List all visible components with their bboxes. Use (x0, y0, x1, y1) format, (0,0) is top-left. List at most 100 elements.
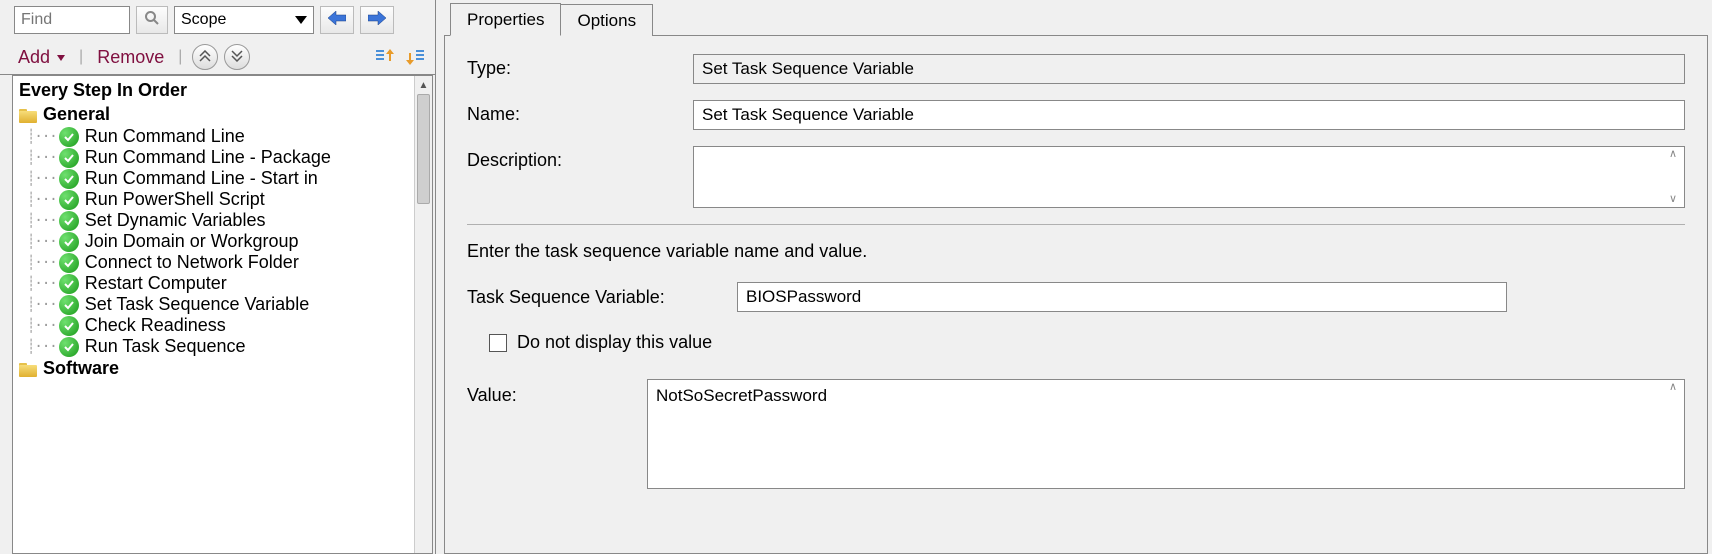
tree-item[interactable]: ┊··· Run Task Sequence (13, 336, 414, 357)
type-field (693, 54, 1685, 84)
value-field[interactable]: NotSoSecretPassword (648, 380, 1662, 488)
tree-folder[interactable]: Software (13, 357, 414, 380)
tree-item[interactable]: ┊··· Check Readiness (13, 315, 414, 336)
variable-field[interactable] (737, 282, 1507, 312)
tree-line: ┊··· (27, 297, 57, 313)
type-label: Type: (467, 54, 693, 79)
textarea-scroll[interactable]: ∧ ∨ (1664, 149, 1682, 205)
folder-icon (19, 361, 39, 377)
tree-line: ┊··· (27, 255, 57, 271)
double-chevron-up-icon (199, 49, 211, 65)
move-down-button[interactable] (403, 45, 427, 69)
chevron-up-icon[interactable]: ∧ (1664, 149, 1682, 160)
tree-item-label: Run Command Line - Package (81, 147, 331, 168)
arrow-right-icon (368, 11, 386, 30)
reorder-up-icon (374, 46, 396, 68)
tree-item[interactable]: ┊··· Run Command Line - Package (13, 147, 414, 168)
check-icon (59, 337, 79, 357)
chevron-up-icon[interactable]: ∧ (1664, 382, 1682, 393)
prev-button[interactable] (320, 6, 354, 34)
tree-line: ┊··· (27, 171, 57, 187)
separator: | (174, 48, 186, 66)
tree-line: ┊··· (27, 234, 57, 250)
variable-label: Task Sequence Variable: (467, 287, 737, 308)
description-field[interactable] (694, 147, 1662, 207)
tree-line: ┊··· (27, 150, 57, 166)
add-label: Add (18, 47, 50, 67)
scope-dropdown[interactable]: Scope (174, 6, 314, 34)
value-label: Value: (467, 379, 647, 406)
hide-value-label: Do not display this value (517, 332, 712, 353)
tree-item[interactable]: ┊··· Join Domain or Workgroup (13, 231, 414, 252)
tree-item-label: Run Command Line (81, 126, 245, 147)
arrow-left-icon (328, 11, 346, 30)
tree-item-label: Run Task Sequence (81, 336, 246, 357)
edit-toolbar: Add | Remove | (0, 40, 435, 75)
collapse-all-button[interactable] (192, 44, 218, 70)
scroll-up-icon[interactable]: ▲ (415, 76, 432, 94)
tree-line: ┊··· (27, 192, 57, 208)
name-field[interactable] (693, 100, 1685, 130)
tree-item-label: Join Domain or Workgroup (81, 231, 299, 252)
tree-item-label: Run PowerShell Script (81, 189, 265, 210)
check-icon (59, 253, 79, 273)
tree-folder[interactable]: General (13, 103, 414, 126)
properties-panel: Type: Name: Description: ∧ ∨ Enter the (444, 36, 1708, 554)
tree-item-label: Set Dynamic Variables (81, 210, 266, 231)
hide-value-checkbox[interactable] (489, 334, 507, 352)
separator: | (75, 48, 87, 66)
tree-item[interactable]: ┊··· Run Command Line - Start in (13, 168, 414, 189)
find-input[interactable] (14, 6, 130, 34)
vertical-scrollbar[interactable]: ▲ (414, 76, 432, 553)
remove-button[interactable]: Remove (93, 45, 168, 70)
tree-container: Every Step In Order General┊···Run Comma… (12, 75, 433, 554)
chevron-down-icon (57, 55, 65, 61)
check-icon (59, 274, 79, 294)
folder-label: General (43, 104, 110, 125)
check-icon (59, 148, 79, 168)
check-icon (59, 295, 79, 315)
scope-label: Scope (181, 11, 226, 29)
scrollbar-thumb[interactable] (417, 94, 430, 204)
tree-item[interactable]: ┊··· Set Dynamic Variables (13, 210, 414, 231)
chevron-down-icon[interactable]: ∨ (1664, 194, 1682, 205)
tree-item-label: Connect to Network Folder (81, 252, 299, 273)
tree-item[interactable]: ┊··· Restart Computer (13, 273, 414, 294)
right-panel: Properties Options Type: Name: Descripti… (436, 0, 1712, 554)
add-button[interactable]: Add (14, 45, 69, 70)
next-button[interactable] (360, 6, 394, 34)
chevron-down-icon (295, 16, 307, 24)
folder-label: Software (43, 358, 119, 379)
description-label: Description: (467, 146, 693, 171)
tab-properties[interactable]: Properties (450, 3, 561, 36)
reorder-down-icon (404, 46, 426, 68)
move-up-button[interactable] (373, 45, 397, 69)
tree-line: ┊··· (27, 213, 57, 229)
tree-item[interactable]: ┊··· Connect to Network Folder (13, 252, 414, 273)
check-icon (59, 232, 79, 252)
divider (467, 224, 1685, 225)
search-icon (144, 10, 160, 31)
tree-item[interactable]: ┊··· Run PowerShell Script (13, 189, 414, 210)
name-label: Name: (467, 100, 693, 125)
tree-item-label: Restart Computer (81, 273, 227, 294)
textarea-scroll[interactable]: ∧ (1664, 382, 1682, 486)
tree-line: ┊··· (27, 129, 57, 145)
find-button[interactable] (136, 6, 168, 34)
tree-item[interactable]: ┊···Set Task Sequence Variable (13, 294, 414, 315)
left-panel: Scope Add | Remove | (0, 0, 436, 554)
tab-bar: Properties Options (444, 0, 1708, 36)
tree-item-label: Run Command Line - Start in (81, 168, 318, 189)
tree-item-label: Check Readiness (81, 315, 226, 336)
check-icon (59, 316, 79, 336)
tree-line: ┊··· (27, 318, 57, 334)
expand-all-button[interactable] (224, 44, 250, 70)
check-icon (59, 211, 79, 231)
tree-line: ┊··· (27, 339, 57, 355)
tree-line: ┊··· (27, 276, 57, 292)
folder-icon (19, 107, 39, 123)
double-chevron-down-icon (231, 49, 243, 65)
tree[interactable]: Every Step In Order General┊···Run Comma… (13, 76, 414, 553)
tab-options[interactable]: Options (560, 4, 653, 36)
tree-item[interactable]: ┊··· Run Command Line (13, 126, 414, 147)
